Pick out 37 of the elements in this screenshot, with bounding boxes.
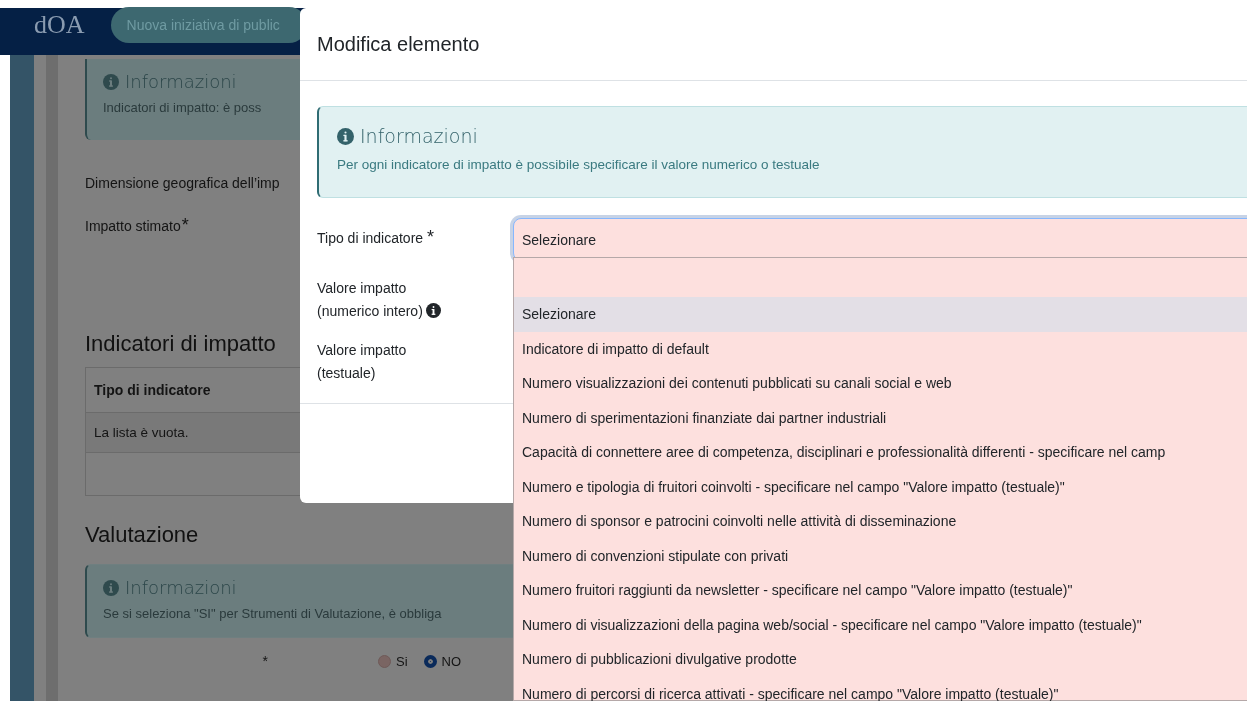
required-mark: * <box>261 653 268 669</box>
info-title: Informazioni <box>125 577 237 598</box>
info-text: Per ogni indicatore di impatto è possibile specificare il valore numerico o testuale <box>337 157 821 172</box>
info-icon <box>103 73 119 90</box>
info-icon <box>425 303 441 318</box>
dropdown-option[interactable]: Numero di pubblicazioni divulgative prodotte <box>514 642 1247 677</box>
info-title: Informazioni <box>360 125 478 147</box>
dropdown-option[interactable]: Numero fruitori raggiunti da newsletter - specificare nel campo "Valore impatto (testuale)" <box>514 573 1247 608</box>
info-icon <box>337 127 354 145</box>
logo: dOA <box>34 9 85 40</box>
radio-button[interactable] <box>423 654 437 668</box>
info-text: Indicatori di impatto: è poss <box>103 100 263 115</box>
info-icon <box>103 579 119 596</box>
radio-label: Si <box>396 653 408 669</box>
dropdown-option[interactable]: Indicatore di impatto di default <box>514 331 1247 366</box>
field-label: Valore impatto (numerico intero) <box>317 280 423 319</box>
dropdown-option[interactable]: Numero e tipologia di fruitori coinvolti - specificare nel campo "Valore impatto (testuale)" <box>514 469 1247 504</box>
required-mark: * <box>181 218 189 234</box>
field-label: Tipo di indicatore <box>317 230 424 246</box>
dropdown-option[interactable]: Capacità di connettere aree di competenza, disciplinari e professionalità differenti - specificare nel camp <box>514 435 1247 470</box>
info-title: Informazioni <box>125 71 237 92</box>
dropdown-option[interactable]: Numero visualizzazioni dei contenuti pubblicati su canali social e web <box>514 366 1247 401</box>
dropdown-option[interactable]: Numero di sperimentazioni finanziate dai partner industriali <box>514 400 1247 435</box>
field-label: Impatto stimato <box>85 218 181 234</box>
radio-label: NO <box>441 653 462 669</box>
dropdown-option[interactable]: Numero di sponsor e patrocini coinvolti nelle attività di disseminazione <box>514 504 1247 539</box>
dropdown-option[interactable]: Selezionare <box>514 297 1247 332</box>
info-text: Se si seleziona "SI" per Strumenti di Valutazione, è obbliga <box>103 606 443 621</box>
section-heading: Valutazione <box>85 522 199 548</box>
required-mark: * <box>427 227 435 247</box>
modal-title: Modifica elemento <box>317 32 480 56</box>
dropdown-option[interactable]: Numero di percorsi di ricerca attivati - specificare nel campo "Valore impatto (testuale)" <box>514 676 1247 701</box>
section-heading: Indicatori di impatto <box>85 331 276 357</box>
field-label: Dimensione geografica dell’imp <box>85 175 281 191</box>
dropdown-option[interactable]: Numero di convenzioni stipulate con privati <box>514 538 1247 573</box>
dropdown-option[interactable]: Numero di visualizzazioni della pagina web/social - specificare nel campo "Valore impatto (testuale)" <box>514 607 1247 642</box>
radio-button[interactable] <box>378 654 391 668</box>
